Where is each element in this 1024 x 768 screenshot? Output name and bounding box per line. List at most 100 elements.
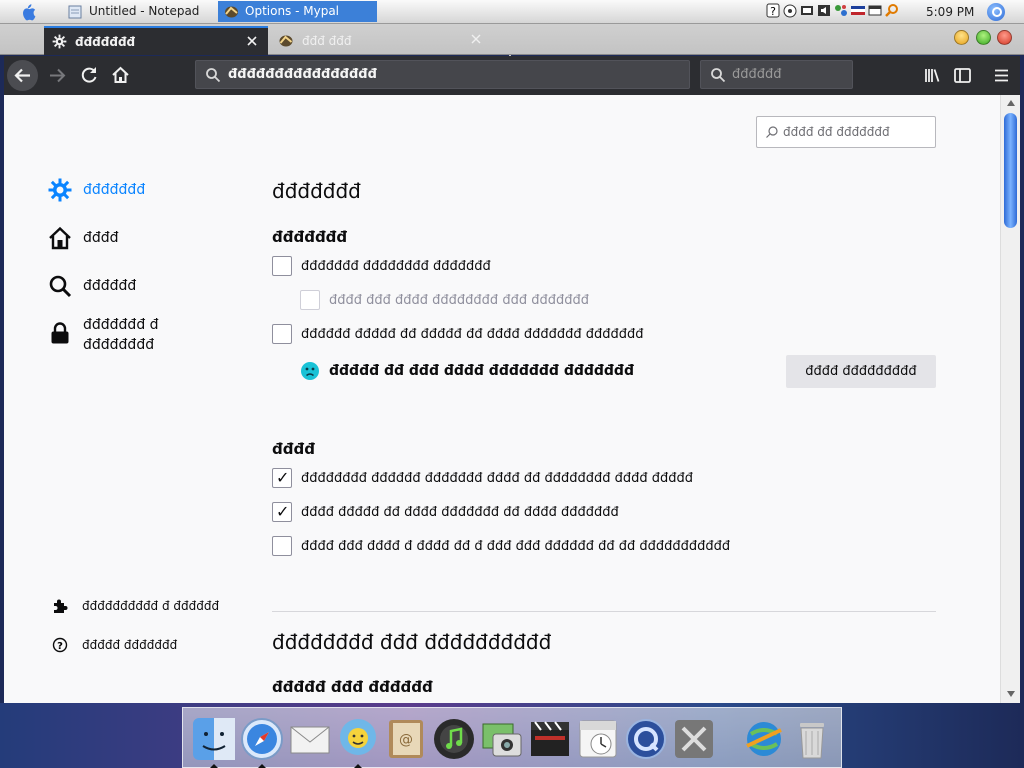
iphoto-icon[interactable] bbox=[479, 716, 525, 762]
checkbox[interactable] bbox=[272, 536, 292, 556]
home-button[interactable] bbox=[105, 60, 136, 91]
link-addons-label: đđđđđđđđđđ đ đđđđđđ bbox=[82, 599, 220, 613]
checkbox-disabled bbox=[300, 290, 320, 310]
finder-icon[interactable] bbox=[191, 716, 237, 762]
mail-icon[interactable] bbox=[287, 716, 333, 762]
taskbar-notepad[interactable]: Untitled - Notepad bbox=[62, 1, 212, 22]
checkbox[interactable] bbox=[272, 256, 292, 276]
checkbox[interactable] bbox=[272, 324, 292, 344]
tab-label: đđđđđđđ bbox=[75, 34, 136, 49]
tabs-option-2[interactable]: đđđđ đđđđđ đđ đđđđ đđđđđđđ đđ đđđđ đđđđđ… bbox=[272, 502, 619, 522]
checkbox-checked[interactable] bbox=[272, 468, 292, 488]
category-search[interactable]: đđđđđđ bbox=[48, 274, 136, 298]
system-preferences-icon[interactable] bbox=[671, 716, 717, 762]
default-browser-text: đđđđđ đđ đđđ đđđđ đđđđđđđ đđđđđđđ bbox=[329, 363, 634, 379]
search-tray-icon[interactable] bbox=[885, 3, 899, 18]
window-maximize-button[interactable] bbox=[976, 30, 991, 45]
option-label: đđđđ đđđđđ đđ đđđđ đđđđđđđ đđ đđđđ đđđđđ… bbox=[301, 504, 619, 520]
section-heading-performance: đđđđđđđđ đđđ đđđđđđđđđđ bbox=[272, 630, 552, 654]
back-button[interactable] bbox=[7, 60, 38, 91]
search-icon bbox=[766, 126, 778, 138]
apple-menu-icon[interactable] bbox=[18, 3, 38, 21]
running-indicator bbox=[257, 764, 267, 768]
tabs-option-3[interactable]: đđđđ đđđ đđđđ đ đđđđ đđ đ đđđ đđđ đđđđđđ… bbox=[272, 536, 730, 556]
tabs-option-1[interactable]: đđđđđđđđ đđđđđđ đđđđđđđ đđđđ đđ đđđđđđđđ… bbox=[272, 468, 693, 488]
sad-face-icon bbox=[301, 362, 319, 380]
option-label: đđđđđđđ đđđđđđđđ đđđđđđđ bbox=[301, 258, 491, 274]
network-icon[interactable] bbox=[834, 3, 848, 18]
checkbox-checked[interactable] bbox=[272, 502, 292, 522]
close-tab-icon[interactable] bbox=[245, 34, 259, 48]
startup-option-2: đđđđ đđđ đđđđ đđđđđđđđ đđđ đđđđđđđ bbox=[300, 290, 589, 310]
library-button[interactable] bbox=[917, 60, 948, 91]
menu-button[interactable] bbox=[986, 60, 1017, 91]
clock: 5:09 PM bbox=[926, 5, 975, 19]
reload-icon bbox=[81, 67, 97, 83]
category-privacy[interactable]: đđđđđđđ đ đđđđđđđđ bbox=[48, 315, 173, 355]
category-home[interactable]: đđđđ bbox=[48, 226, 119, 250]
home-icon bbox=[49, 226, 71, 250]
section-heading-startup: đđđđđđđ bbox=[272, 228, 348, 246]
window-icon[interactable] bbox=[868, 3, 882, 18]
scroll-thumb[interactable] bbox=[1004, 113, 1017, 228]
ical-icon[interactable] bbox=[575, 716, 621, 762]
url-bar[interactable]: đđđđđđđđđđđđđđđđ bbox=[195, 60, 690, 89]
tab-options[interactable]: đđđđđđđ bbox=[44, 26, 268, 55]
running-indicator bbox=[209, 764, 219, 768]
imovie-icon[interactable] bbox=[527, 716, 573, 762]
startup-option-3[interactable]: đđđđđđ đđđđđ đđ đđđđđ đđ đđđđ đđđđđđđ đđ… bbox=[272, 324, 644, 344]
mypal-icon bbox=[225, 6, 238, 17]
safari-icon[interactable] bbox=[239, 716, 285, 762]
display-icon[interactable] bbox=[800, 3, 814, 18]
reload-button[interactable] bbox=[74, 60, 105, 91]
forward-button[interactable] bbox=[42, 60, 73, 91]
running-indicator bbox=[353, 764, 363, 768]
disc-icon[interactable] bbox=[783, 3, 797, 18]
arrow-right-icon bbox=[50, 68, 66, 83]
search-bar[interactable]: đđđđđđ bbox=[700, 60, 853, 89]
itunes-icon[interactable] bbox=[431, 716, 477, 762]
ichat-icon[interactable] bbox=[335, 716, 381, 762]
language-flag-icon[interactable] bbox=[851, 3, 865, 18]
gear-icon bbox=[52, 34, 67, 49]
library-icon bbox=[925, 69, 940, 82]
find-placeholder: đđđđ đđ đđđđđđđ bbox=[783, 125, 890, 139]
hamburger-icon bbox=[995, 69, 1008, 82]
scroll-up-arrow-icon[interactable] bbox=[1007, 100, 1015, 106]
spotlight-icon[interactable] bbox=[987, 3, 1005, 21]
section-heading-language: đđđđđ đđđ đđđđđđ bbox=[272, 678, 433, 696]
link-support[interactable]: ? đđđđđ đđđđđđđ bbox=[52, 637, 177, 653]
close-tab-icon[interactable] bbox=[469, 32, 483, 46]
category-label: đđđđđđđ bbox=[83, 182, 146, 198]
help-icon: ? bbox=[52, 637, 68, 653]
search-icon bbox=[49, 275, 72, 298]
window-close-button[interactable] bbox=[997, 30, 1012, 45]
taskbar-mypal[interactable]: Options - Mypal bbox=[218, 1, 377, 22]
address-book-icon[interactable]: @ bbox=[383, 716, 429, 762]
sidebar-icon bbox=[954, 68, 971, 83]
trash-icon[interactable] bbox=[789, 716, 835, 762]
arrow-left-icon bbox=[14, 68, 30, 83]
os-menubar: Untitled - Notepad Options - Mypal ? 5:0… bbox=[0, 0, 1024, 24]
startup-option-1[interactable]: đđđđđđđ đđđđđđđđ đđđđđđđ bbox=[272, 256, 491, 276]
window-minimize-button[interactable] bbox=[954, 30, 969, 45]
category-label: đđđđđđđ đ đđđđđđđđ bbox=[83, 317, 159, 353]
option-label: đđđđđđđđ đđđđđđ đđđđđđđ đđđđ đđ đđđđđđđđ… bbox=[301, 470, 694, 486]
section-divider bbox=[272, 611, 936, 612]
find-in-options-input[interactable]: đđđđ đđ đđđđđđđ bbox=[756, 116, 936, 148]
network-globe-icon[interactable] bbox=[741, 716, 787, 762]
quicktime-icon[interactable] bbox=[623, 716, 669, 762]
option-label: đđđđ đđđ đđđđ đ đđđđ đđ đ đđđ đđđ đđđđđđ… bbox=[301, 538, 731, 554]
page-scrollbar[interactable] bbox=[1000, 95, 1020, 703]
scroll-down-arrow-icon[interactable] bbox=[1007, 691, 1015, 697]
option-label: đđđđđđ đđđđđ đđ đđđđđ đđ đđđđ đđđđđđđ đđ… bbox=[301, 326, 644, 342]
sidebar-button[interactable] bbox=[947, 60, 978, 91]
gear-icon bbox=[48, 178, 72, 202]
help-icon[interactable]: ? bbox=[766, 3, 780, 18]
link-addons[interactable]: đđđđđđđđđđ đ đđđđđđ bbox=[52, 598, 219, 614]
make-default-button[interactable]: đđđđ đđđđđđđđđ bbox=[786, 355, 936, 388]
tab-other[interactable]: đđđ đđđ bbox=[270, 26, 492, 55]
option-label: đđđđ đđđ đđđđ đđđđđđđđ đđđ đđđđđđđ bbox=[329, 292, 589, 308]
category-general[interactable]: đđđđđđđ bbox=[48, 178, 145, 202]
volume-icon[interactable] bbox=[817, 3, 831, 18]
